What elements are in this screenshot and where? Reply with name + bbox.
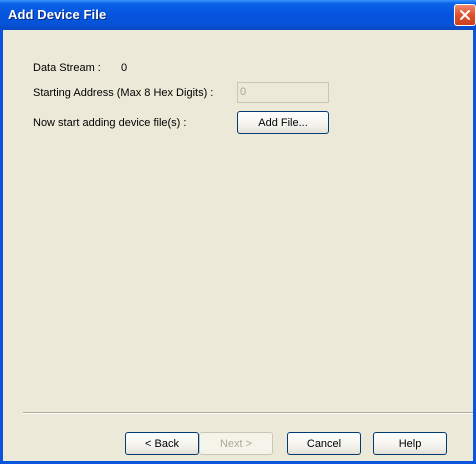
add-file-button[interactable]: Add File...: [237, 111, 329, 134]
data-stream-value: 0: [121, 62, 128, 74]
add-device-file-dialog: Add Device File Data Stream : 0 Starting…: [0, 0, 476, 464]
add-files-label: Now start adding device file(s) :: [33, 117, 187, 129]
starting-address-field[interactable]: 0: [237, 82, 329, 103]
window-title: Add Device File: [8, 7, 107, 22]
close-button[interactable]: [454, 4, 476, 26]
footer-separator: [23, 412, 473, 414]
title-bar[interactable]: Add Device File: [0, 0, 476, 30]
cancel-button[interactable]: Cancel: [287, 432, 361, 455]
next-button[interactable]: Next >: [199, 432, 273, 455]
starting-address-label: Starting Address (Max 8 Hex Digits) :: [33, 87, 214, 99]
back-button[interactable]: < Back: [125, 432, 199, 455]
data-stream-label: Data Stream :: [33, 62, 101, 74]
close-icon: [459, 9, 471, 21]
help-button[interactable]: Help: [373, 432, 447, 455]
